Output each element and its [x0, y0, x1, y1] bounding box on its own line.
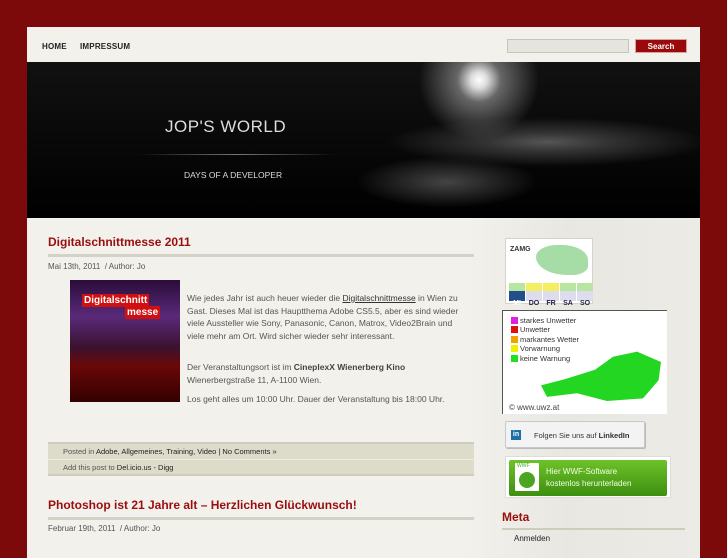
- legend-item: markantes Wetter: [511, 335, 579, 344]
- search-button[interactable]: Search: [635, 39, 687, 53]
- post-paragraph: Wie jedes Jahr ist auch heuer wieder die…: [187, 292, 467, 342]
- post-categories: Posted in Adobe, Allgemeines, Training, …: [48, 444, 474, 460]
- linkedin-icon: in: [511, 430, 521, 440]
- post-footer: Posted in Adobe, Allgemeines, Training, …: [48, 442, 474, 476]
- text: Der Veranstaltungsort ist im: [187, 362, 294, 372]
- site-title[interactable]: JOP'S WORLD: [165, 117, 286, 137]
- zamg-weather-widget[interactable]: ZAMG MI DO FR SA SO: [505, 238, 594, 307]
- legend-label: markantes Wetter: [520, 335, 580, 344]
- day-tab[interactable]: SA: [560, 283, 576, 307]
- uwz-copyright: © www.uwz.at: [509, 403, 560, 412]
- day-tab[interactable]: DO: [526, 283, 542, 307]
- image-text: messe: [125, 306, 161, 319]
- legend-label: starkes Unwetter: [520, 316, 577, 325]
- label: Add this post to: [63, 463, 115, 472]
- digitalschnittmesse-link[interactable]: Digitalschnittmesse: [342, 293, 415, 303]
- post-meta: Mai 13th, 2011 / Author: Jo: [48, 262, 145, 271]
- label: Posted in: [63, 447, 95, 456]
- post-meta: Februar 19th, 2011 / Author: Jo: [48, 524, 160, 533]
- meta-heading: Meta: [502, 510, 530, 524]
- wwf-tree-icon: WWF: [515, 463, 539, 491]
- share-links[interactable]: Del.icio.us - Digg: [117, 463, 174, 472]
- wwf-text: Hier WWF-Software kostenlos herunterladen: [546, 467, 632, 488]
- nav-home[interactable]: HOME: [42, 42, 67, 51]
- top-nav: HOME IMPRESSUM Search: [27, 27, 700, 62]
- austria-map: [536, 245, 588, 275]
- legend-label: Vorwarnung: [520, 344, 561, 353]
- venue: CineplexX Wienerberg Kino: [293, 362, 406, 372]
- page: HOME IMPRESSUM Search JOP'S WORLD DAYS O…: [27, 27, 700, 558]
- text: Wie jedes Jahr ist auch heuer wieder die: [187, 293, 343, 303]
- day-tabs: MI DO FR SA SO: [509, 283, 594, 307]
- wwf-software-banner[interactable]: WWF Hier WWF-Software kostenlos herunterl…: [505, 456, 671, 498]
- post-paragraph: Der Veranstaltungsort ist im CineplexX W…: [187, 361, 467, 386]
- post-title[interactable]: Photoshop ist 21 Jahre alt – Herzlichen …: [48, 498, 357, 512]
- post-image: Digitalschnitt messe: [70, 280, 180, 402]
- post-paragraph: Los geht alles um 10:00 Uhr. Dauer der V…: [187, 394, 445, 404]
- post-title[interactable]: Digitalschnittmesse 2011: [48, 235, 191, 249]
- legend-item: Vorwarnung: [511, 344, 560, 353]
- day-tab[interactable]: MI: [509, 283, 525, 307]
- divider: [48, 517, 474, 520]
- divider: [502, 528, 685, 530]
- day-tab[interactable]: FR: [543, 283, 559, 307]
- legend-item: Unwetter: [511, 325, 550, 334]
- main-content: Digitalschnittmesse 2011 Mai 13th, 2011 …: [27, 218, 700, 558]
- category-links[interactable]: Adobe, Allgemeines, Training, Video | No…: [96, 447, 277, 456]
- legend-item: keine Warnung: [511, 354, 570, 363]
- legend-item: starkes Unwetter: [511, 316, 576, 325]
- post-share: Add this post to Del.icio.us - Digg: [48, 460, 474, 476]
- day-tab[interactable]: SO: [577, 283, 593, 307]
- post-author: / Author: Jo: [104, 262, 146, 271]
- post-author: / Author: Jo: [119, 524, 161, 533]
- site-header: JOP'S WORLD DAYS OF A DEVELOPER: [27, 62, 700, 218]
- search-input[interactable]: [507, 39, 629, 53]
- divider: [137, 154, 337, 155]
- post-date: Mai 13th, 2011: [48, 262, 101, 271]
- login-link[interactable]: Anmelden: [514, 534, 550, 543]
- linkedin-label: Folgen Sie uns auf LinkedIn: [534, 431, 630, 440]
- site-tagline: DAYS OF A DEVELOPER: [184, 170, 283, 180]
- nav-impressum[interactable]: IMPRESSUM: [80, 42, 130, 51]
- uwz-warning-map[interactable]: starkes Unwetter Unwetter markantes Wett…: [502, 310, 667, 414]
- text: Wienerbergstraße 11, A-1100 Wien.: [187, 374, 322, 385]
- zamg-logo: ZAMG: [510, 246, 531, 253]
- legend-label: Unwetter: [520, 325, 551, 334]
- post-date: Februar 19th, 2011: [48, 524, 116, 533]
- linkedin-follow-button[interactable]: in Folgen Sie uns auf LinkedIn: [505, 421, 645, 448]
- divider: [48, 254, 474, 257]
- banner-bg: WWF Hier WWF-Software kostenlos herunterl…: [509, 460, 667, 496]
- legend-label: keine Warnung: [520, 354, 571, 363]
